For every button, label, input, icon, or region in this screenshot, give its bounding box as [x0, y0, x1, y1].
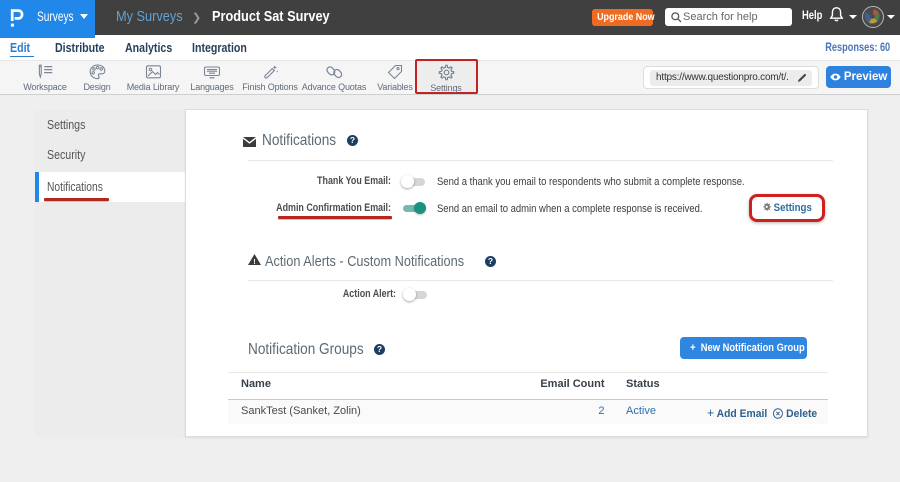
svg-text:!: !	[253, 259, 255, 265]
